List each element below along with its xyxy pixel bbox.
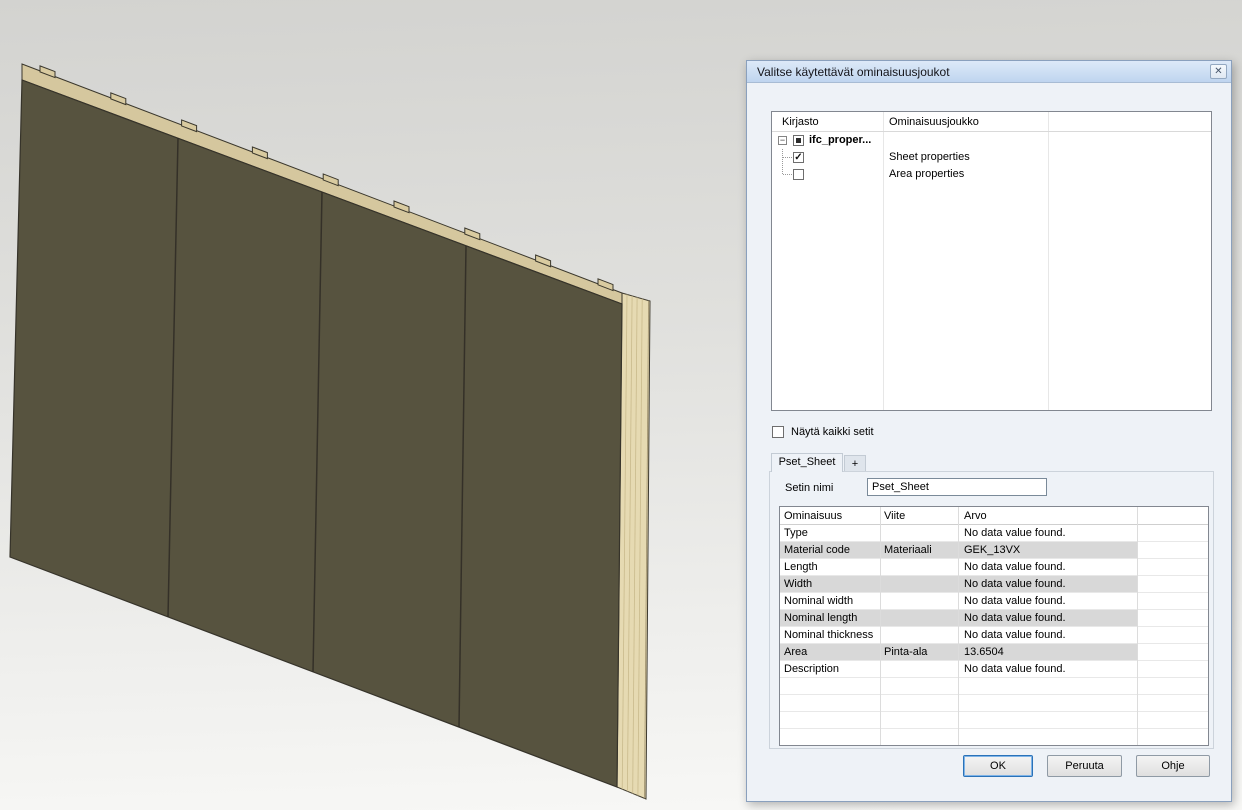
tree-root-checkbox[interactable] [793,135,804,146]
model-viewport[interactable] [0,0,745,810]
table-column-divider [1137,507,1138,745]
dialog-title: Valitse käytettävät ominaisuusjoukot [757,65,950,79]
tree-item-label: Sheet properties [889,151,970,163]
checkbox-icon[interactable] [772,426,784,438]
close-icon[interactable]: ✕ [1210,64,1227,79]
property-row[interactable]: Nominal width No data value found. [780,593,1208,610]
property-row[interactable]: Description No data value found. [780,661,1208,678]
property-row[interactable]: Width No data value found. [780,576,1208,593]
tree-col-library: Kirjasto [782,116,819,128]
empty-row [780,678,1208,695]
property-value: No data value found. [964,612,1134,624]
property-name: Nominal thickness [784,629,878,641]
property-row[interactable]: Material code Materiaali GEK_13VX [780,542,1208,559]
tree-root-label: ifc_proper... [809,134,871,146]
property-table-body: TypeNo data value found.Material codeMat… [780,525,1208,746]
cancel-button[interactable]: Peruuta [1047,755,1122,777]
property-value: No data value found. [964,663,1134,675]
collapse-icon[interactable]: − [778,136,787,145]
tree-item-checkbox[interactable]: ✓ [793,152,804,163]
property-name: Width [784,578,878,590]
property-value: No data value found. [964,561,1134,573]
property-row[interactable]: Nominal thickness No data value found. [780,627,1208,644]
property-name: Material code [784,544,878,556]
tab-add[interactable]: + [844,455,866,471]
set-name-input[interactable] [867,478,1047,496]
tree-item-checkbox[interactable] [793,169,804,180]
set-name-label: Setin nimi [785,482,833,494]
property-row[interactable]: Area Pinta-ala 13.6504 [780,644,1208,661]
col-value: Arvo [964,510,987,522]
tab-pset-sheet[interactable]: Pset_Sheet [771,453,843,472]
property-set-tree[interactable]: Kirjasto Ominaisuusjoukko − ifc_proper..… [771,111,1212,411]
property-name: Description [784,663,878,675]
property-name: Nominal length [784,612,878,624]
empty-row [780,712,1208,729]
tree-item[interactable]: Area properties [772,166,1211,183]
property-value: GEK_13VX [964,544,1134,556]
col-property: Ominaisuus [784,510,842,522]
table-header: Ominaisuus Viite Arvo [780,507,1208,525]
dialog-titlebar[interactable]: Valitse käytettävät ominaisuusjoukot ✕ [747,61,1231,83]
tree-col-propertyset: Ominaisuusjoukko [889,116,979,128]
property-name: Type [784,527,878,539]
col-reference: Viite [884,510,905,522]
tree-header: Kirjasto Ominaisuusjoukko [772,112,1211,132]
property-value: 13.6504 [964,646,1134,658]
property-row[interactable]: Length No data value found. [780,559,1208,576]
property-set-dialog: Valitse käytettävät ominaisuusjoukot ✕ K… [746,60,1232,802]
empty-row [780,695,1208,712]
wall-panel-model [0,0,745,810]
ok-button[interactable]: OK [963,755,1033,777]
mixed-state-fill [796,138,801,143]
property-value: No data value found. [964,629,1134,641]
table-column-divider [958,507,959,745]
tree-item[interactable]: ✓ Sheet properties [772,149,1211,166]
table-column-divider [880,507,881,745]
property-ref: Materiaali [884,544,956,556]
property-name: Area [784,646,878,658]
property-name: Length [784,561,878,573]
property-value: No data value found. [964,595,1134,607]
property-name: Nominal width [784,595,878,607]
property-table[interactable]: Ominaisuus Viite Arvo Type No data value … [779,506,1209,746]
property-value: No data value found. [964,527,1134,539]
property-row[interactable]: Nominal length No data value found. [780,610,1208,627]
property-value: No data value found. [964,578,1134,590]
tree-root-row[interactable]: − ifc_proper... [772,132,1211,149]
empty-row [780,729,1208,746]
property-row[interactable]: Type No data value found. [780,525,1208,542]
property-ref: Pinta-ala [884,646,956,658]
help-button[interactable]: Ohje [1136,755,1210,777]
show-all-sets-label: Näytä kaikki setit [791,426,874,438]
tree-item-label: Area properties [889,168,964,180]
